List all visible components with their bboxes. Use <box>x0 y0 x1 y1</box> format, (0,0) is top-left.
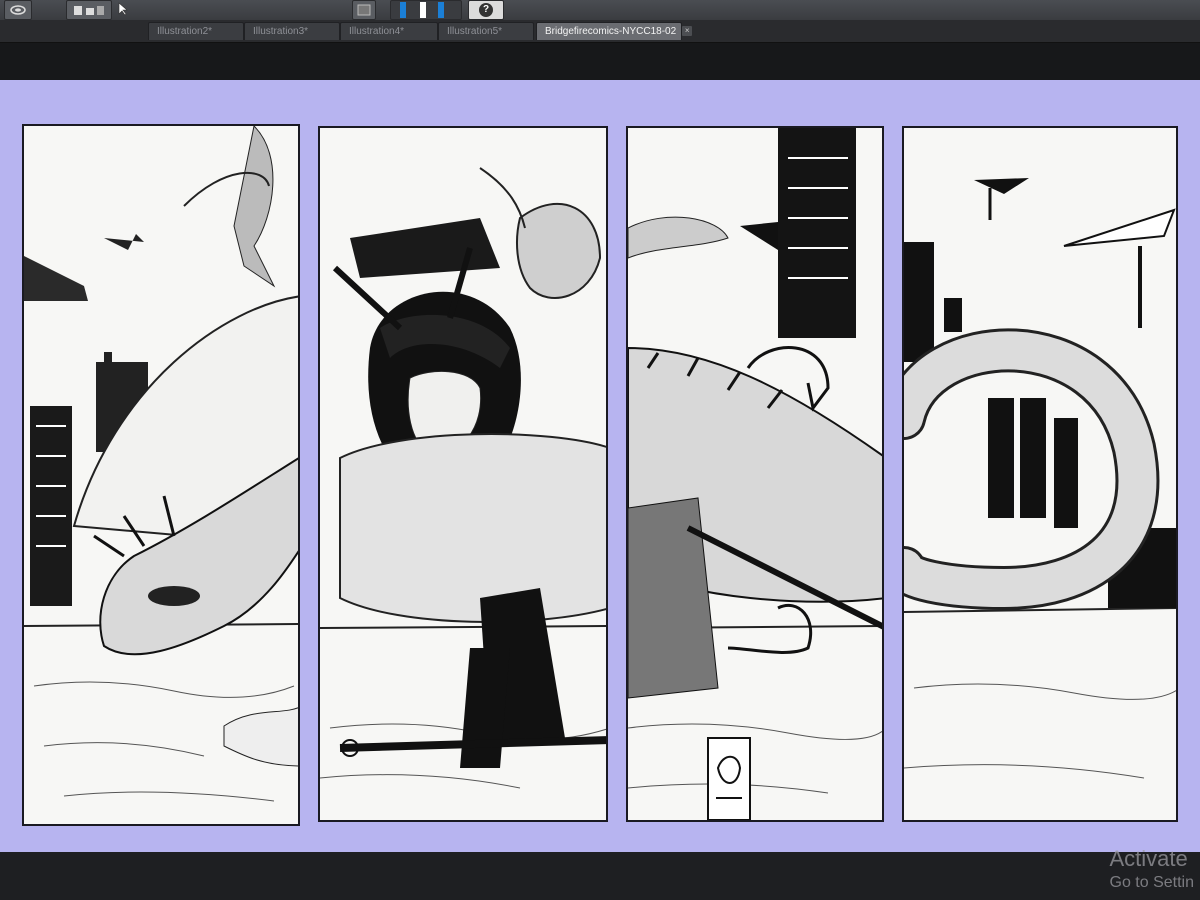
comic-canvas[interactable] <box>0 80 1200 852</box>
help-button[interactable]: ? <box>468 0 504 20</box>
comic-panel-1 <box>22 124 300 826</box>
panel-4-artwork <box>904 178 1176 779</box>
activate-windows-watermark: Activate Go to Settin <box>1110 846 1195 892</box>
canvas-margin <box>0 43 1200 80</box>
tab-bridgefirecomics[interactable]: Bridgefirecomics-NYCC18-02 × <box>536 22 693 40</box>
tab-illustration4[interactable]: Illustration4* <box>340 22 438 40</box>
pen-icons <box>400 2 444 18</box>
tab-illustration5[interactable]: Illustration5* <box>438 22 534 40</box>
tab-illustration3[interactable]: Illustration3* <box>244 22 340 40</box>
panel-2-artwork <box>320 167 606 789</box>
tab-label: Illustration4* <box>349 26 405 37</box>
file-tools-button[interactable] <box>66 0 112 20</box>
panel-3-artwork <box>628 128 882 820</box>
comic-panel-4 <box>902 126 1178 822</box>
tab-label: Illustration2* <box>157 26 213 37</box>
pen-tools-button[interactable] <box>390 0 462 20</box>
close-icon[interactable]: × <box>682 26 693 37</box>
comic-panel-2 <box>318 126 608 822</box>
panel-1-artwork <box>24 126 298 802</box>
comic-panel-3 <box>626 126 884 822</box>
tab-label: Illustration5* <box>447 26 503 37</box>
help-icon: ? <box>479 3 493 17</box>
tab-label: Bridgefirecomics-NYCC18-02 <box>545 26 677 37</box>
watermark-title: Activate <box>1109 846 1188 871</box>
canvas-bottom-margin <box>0 852 1200 900</box>
top-toolbar: ? <box>0 0 1200 20</box>
watermark-subtitle: Go to Settin <box>1109 874 1195 891</box>
file-icons <box>74 6 104 15</box>
tab-label: Illustration3* <box>253 26 309 37</box>
palette-icon <box>357 4 371 16</box>
color-swatch-button[interactable] <box>352 0 376 20</box>
tab-illustration2[interactable]: Illustration2* <box>148 22 244 40</box>
cursor-icon <box>116 0 130 18</box>
document-tabs: Illustration2* Illustration3* Illustrati… <box>0 20 1200 43</box>
layers-icon <box>10 5 26 15</box>
layer-icon-button[interactable] <box>4 0 32 20</box>
